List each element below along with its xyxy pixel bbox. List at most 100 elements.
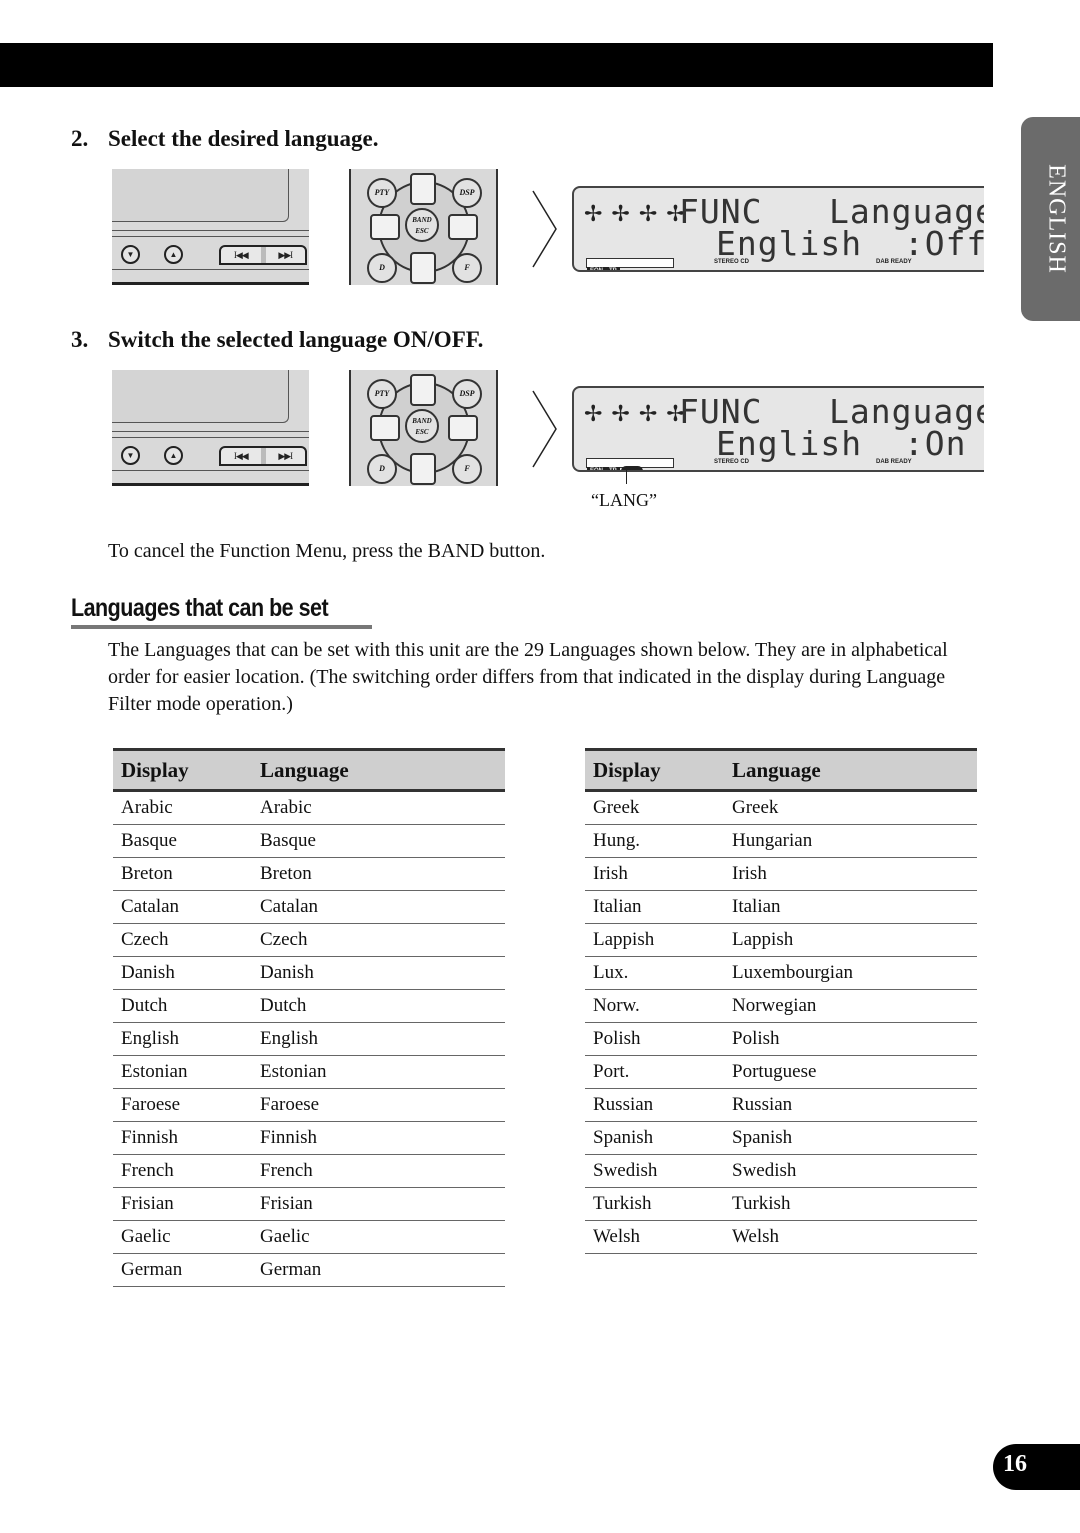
track-skip-buttons: I◀◀ ▶▶I <box>219 245 307 265</box>
language-cell: Dutch <box>252 989 505 1023</box>
down-button-icon: ▼ <box>121 446 140 465</box>
next-track-icon: ▶▶I <box>278 250 293 260</box>
display-cell: Basque <box>113 824 252 858</box>
head-unit-illustration: ▼ ▲ I◀◀ ▶▶I <box>112 370 309 486</box>
column-header-language: Language <box>252 748 505 792</box>
table-row: Norw. Norwegian <box>585 989 977 1023</box>
table-row: Turkish Turkish <box>585 1187 977 1221</box>
display-cell: Hung. <box>585 824 724 858</box>
table-row: Czech Czech <box>113 923 505 957</box>
language-cell: Czech <box>252 923 505 957</box>
display-cell: Dutch <box>113 989 252 1023</box>
display-cell: German <box>113 1253 252 1287</box>
remote-control-illustration: BAND ESC PTY DSP D F <box>349 370 498 486</box>
table-row: Breton Breton <box>113 857 505 891</box>
table-row: Italian Italian <box>585 890 977 924</box>
display-cell: French <box>113 1154 252 1188</box>
language-cell: Spanish <box>724 1121 977 1155</box>
table-row: Swedish Swedish <box>585 1154 977 1188</box>
track-skip-buttons: I◀◀ ▶▶I <box>219 446 307 466</box>
display-cell: Italian <box>585 890 724 924</box>
pty-button-icon: PTY <box>367 178 397 208</box>
display-cell: Frisian <box>113 1187 252 1221</box>
table-row: Lux. Luxembourgian <box>585 956 977 990</box>
table-row: Dutch Dutch <box>113 989 505 1023</box>
language-cell: Frisian <box>252 1187 505 1221</box>
display-cell: Irish <box>585 857 724 891</box>
language-cell: Greek <box>724 790 977 825</box>
display-cell: Lux. <box>585 956 724 990</box>
lcd-eon-tp-indicator: EON TP LANG <box>586 458 674 470</box>
display-cell: Finnish <box>113 1121 252 1155</box>
language-cell: Lappish <box>724 923 977 957</box>
display-cell: Lappish <box>585 923 724 957</box>
table-row: Danish Danish <box>113 956 505 990</box>
language-cell: Basque <box>252 824 505 858</box>
display-cell: Swedish <box>585 1154 724 1188</box>
left-key-icon <box>370 415 400 441</box>
table-row: Polish Polish <box>585 1022 977 1056</box>
head-unit-illustration: ▼ ▲ I◀◀ ▶▶I <box>112 169 309 285</box>
column-header-display: Display <box>585 748 724 792</box>
lcd-display-off: ✢ ✢ ✢ ✢ FUNC Language English :Off EON TP… <box>572 186 984 272</box>
language-cell: English <box>252 1022 505 1056</box>
next-step-arrow-icon <box>532 190 557 268</box>
display-cell: Spanish <box>585 1121 724 1155</box>
step-2-text: Select the desired language. <box>108 126 379 151</box>
right-key-icon <box>448 214 478 240</box>
language-cell: Gaelic <box>252 1220 505 1254</box>
table-row: Gaelic Gaelic <box>113 1220 505 1254</box>
header-bar <box>0 43 993 87</box>
pty-button-icon: PTY <box>367 379 397 409</box>
language-cell: Catalan <box>252 890 505 924</box>
lcd-stereo-indicator: STEREO CD <box>714 459 750 465</box>
f-button-icon: F <box>452 454 482 484</box>
display-cell: Greek <box>585 790 724 825</box>
down-button-icon: ▼ <box>121 245 140 264</box>
lang-callout-label: “LANG” <box>591 490 657 510</box>
table-row: French French <box>113 1154 505 1188</box>
lcd-language-value: English :Off <box>716 224 984 263</box>
lcd-stereo-indicator: STEREO CD <box>714 259 750 265</box>
step-2-number: 2. <box>71 126 89 151</box>
table-row: Arabic Arabic <box>113 790 505 825</box>
lcd-display-on: ✢ ✢ ✢ ✢ FUNC Language English :On EON TP L… <box>572 386 984 472</box>
language-side-tab: ENGLISH <box>1021 117 1080 321</box>
band-esc-button-icon: BAND ESC <box>405 208 439 242</box>
language-cell: French <box>252 1154 505 1188</box>
previous-track-icon: I◀◀ <box>221 448 266 464</box>
display-cell: Norw. <box>585 989 724 1023</box>
page-number: 16 <box>1003 1451 1027 1477</box>
up-button-icon: ▲ <box>164 245 183 264</box>
f-button-icon: F <box>452 253 482 283</box>
table-row: German German <box>113 1253 505 1287</box>
display-cell: Faroese <box>113 1088 252 1122</box>
display-cell: Russian <box>585 1088 724 1122</box>
next-track-icon: ▶▶I <box>278 451 293 461</box>
lcd-language-value: English :On <box>716 424 967 463</box>
display-cell: Estonian <box>113 1055 252 1089</box>
table-row: Spanish Spanish <box>585 1121 977 1155</box>
language-cell: Russian <box>724 1088 977 1122</box>
display-cell: Arabic <box>113 790 252 825</box>
language-cell: Breton <box>252 857 505 891</box>
table-row: Lappish Lappish <box>585 923 977 957</box>
left-key-icon <box>370 214 400 240</box>
lang-callout-line <box>626 466 627 484</box>
lcd-lang-indicator: LANG <box>620 466 643 470</box>
lcd-eon-tp-indicator: EON TP <box>586 258 674 270</box>
up-key-icon <box>410 374 436 406</box>
page-number-badge: 16 <box>993 1444 1080 1490</box>
divider <box>112 431 309 432</box>
language-cell: Polish <box>724 1022 977 1056</box>
language-cell: Luxembourgian <box>724 956 977 990</box>
divider <box>112 483 309 486</box>
side-tab-label: ENGLISH <box>1043 164 1070 274</box>
next-step-arrow-icon <box>532 390 557 468</box>
right-key-icon <box>448 415 478 441</box>
d-button-icon: D <box>367 253 397 283</box>
display-cell: Danish <box>113 956 252 990</box>
language-cell: Italian <box>724 890 977 924</box>
language-cell: Faroese <box>252 1088 505 1122</box>
divider <box>112 236 309 237</box>
